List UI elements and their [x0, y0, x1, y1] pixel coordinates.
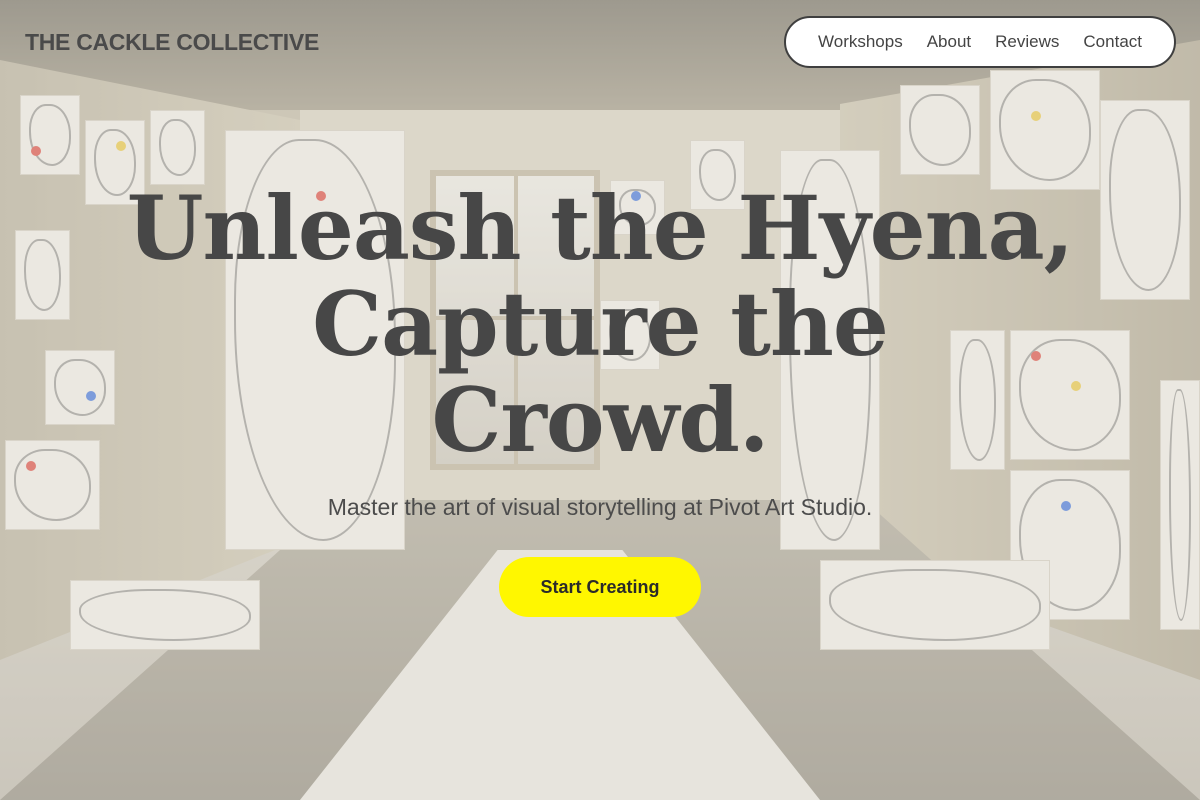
nav-item-contact[interactable]: Contact [1083, 32, 1142, 52]
nav-item-reviews[interactable]: Reviews [995, 32, 1059, 52]
hero-section: Unleash the Hyena, Capture the Crowd. Ma… [0, 180, 1200, 617]
hero-title-line-3: Crowd. [431, 368, 769, 472]
main-nav: Workshops About Reviews Contact [784, 16, 1176, 68]
hero-title-line-1: Unleash the Hyena, [126, 176, 1074, 280]
site-header: THE CACKLE COLLECTIVE Workshops About Re… [0, 0, 1200, 84]
hero-title-line-2: Capture the [312, 272, 889, 376]
brand-logo[interactable]: THE CACKLE COLLECTIVE [25, 29, 319, 56]
start-creating-button[interactable]: Start Creating [499, 557, 701, 617]
nav-item-about[interactable]: About [927, 32, 971, 52]
hero-title: Unleash the Hyena, Capture the Crowd. [0, 180, 1200, 468]
nav-item-workshops[interactable]: Workshops [818, 32, 903, 52]
hero-subtitle: Master the art of visual storytelling at… [327, 494, 873, 520]
